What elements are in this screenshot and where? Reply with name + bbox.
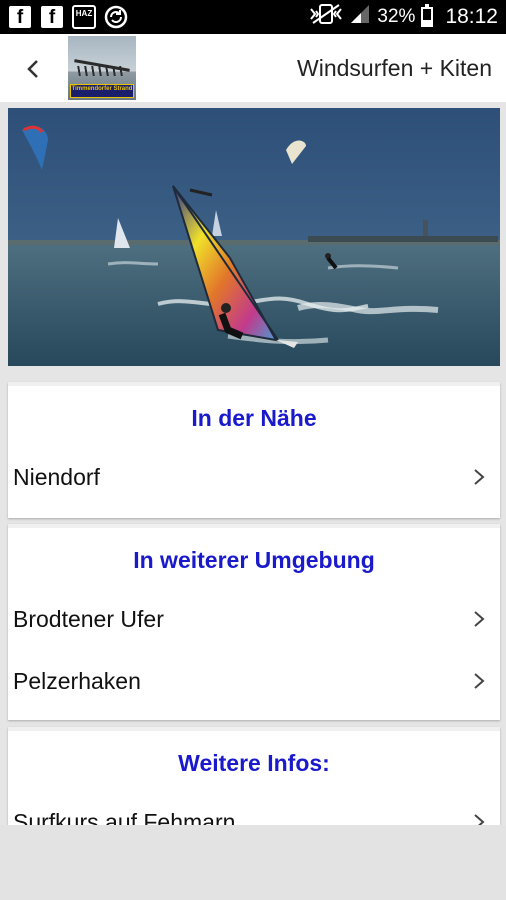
chevron-left-icon (27, 60, 38, 78)
clock: 18:12 (445, 5, 498, 28)
list-item[interactable]: Niendorf (8, 446, 500, 508)
list-item[interactable]: Brodtener Ufer (8, 588, 500, 650)
sync-icon (104, 5, 128, 29)
chevron-right-icon (474, 469, 485, 485)
app-bar: Timmendorfer Strand Windsurfen + Kiten (0, 34, 506, 102)
signal-icon (349, 3, 371, 31)
list-item-label: Brodtener Ufer (13, 606, 164, 632)
chevron-right-icon (474, 814, 485, 825)
battery-percent: 32% (377, 6, 416, 27)
screen-content: f f HAZ 32% 18:12 Timmendorfer Strand Wi… (0, 0, 506, 825)
hero-image (8, 108, 500, 366)
chevron-right-icon (474, 673, 485, 689)
app-logo: Timmendorfer Strand (68, 36, 136, 100)
section-card: In der Nähe Niendorf (8, 382, 500, 518)
page-title: Windsurfen + Kiten (297, 55, 492, 81)
hazard-news-icon: HAZ (72, 5, 96, 29)
facebook-icon: f (40, 5, 64, 29)
battery-icon (421, 4, 434, 27)
list-item[interactable]: Surfkurs auf Fehmarn (8, 791, 500, 825)
section-card: In weiterer Umgebung Brodtener Ufer Pelz… (8, 524, 500, 720)
section-heading: In der Nähe (191, 405, 317, 431)
list-item-label: Pelzerhaken (13, 668, 141, 694)
section-card: Weitere Infos: Surfkurs auf Fehmarn (8, 727, 500, 825)
list-item-label: Niendorf (13, 464, 100, 490)
status-bar: f f HAZ 32% 18:12 (0, 0, 506, 34)
vibrate-icon (309, 3, 343, 31)
list-item[interactable]: Pelzerhaken (8, 650, 500, 712)
list-item-label: Surfkurs auf Fehmarn (13, 809, 236, 825)
section-heading: In weiterer Umgebung (133, 547, 375, 573)
facebook-icon: f (8, 5, 32, 29)
chevron-right-icon (474, 611, 485, 627)
section-heading: Weitere Infos: (178, 750, 330, 776)
bottom-area (0, 825, 506, 900)
back-button[interactable] (20, 56, 46, 82)
